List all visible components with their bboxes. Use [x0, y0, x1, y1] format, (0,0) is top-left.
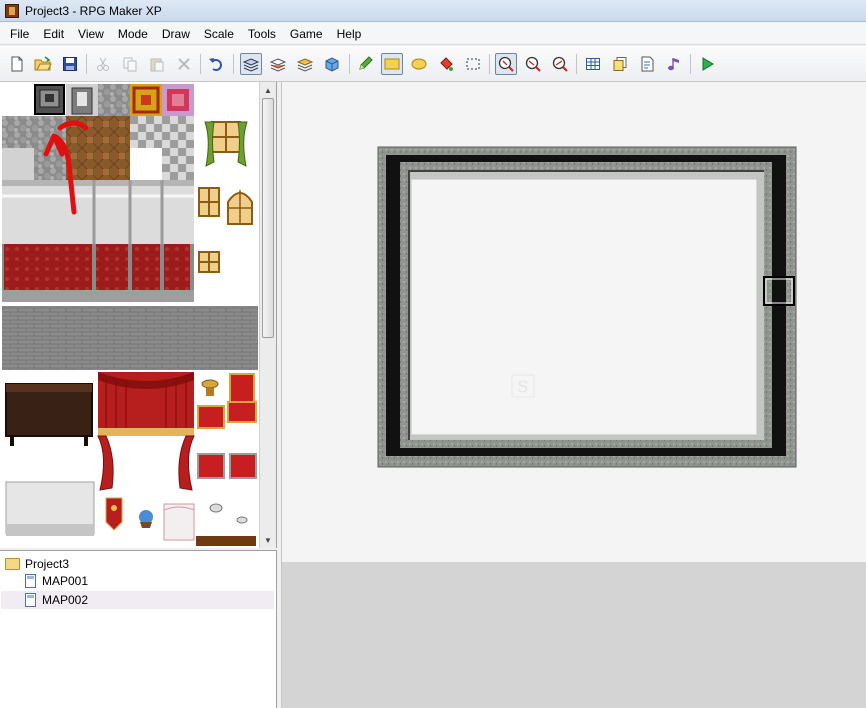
- tileset-scrollbar[interactable]: ▲ ▼: [259, 82, 276, 548]
- map-icon: [25, 593, 36, 607]
- open-project-icon[interactable]: [32, 53, 54, 75]
- rectangle-icon[interactable]: [381, 53, 403, 75]
- map-tree: Project3 MAP001 MAP002: [0, 550, 277, 708]
- zoom-2x-icon[interactable]: [522, 53, 544, 75]
- tree-project-root[interactable]: Project3: [5, 555, 69, 573]
- menu-edit[interactable]: Edit: [36, 25, 71, 43]
- tree-item-map001[interactable]: MAP001: [25, 572, 88, 590]
- map-name: MAP002: [42, 593, 89, 607]
- tileset-panel: ▲ ▼: [0, 82, 277, 548]
- scroll-down-arrow-icon[interactable]: ▼: [260, 532, 276, 548]
- materials-icon[interactable]: [609, 53, 631, 75]
- paste-icon[interactable]: [146, 53, 168, 75]
- select-icon[interactable]: [462, 53, 484, 75]
- menu-tools[interactable]: Tools: [241, 25, 283, 43]
- window-title: Project3 - RPG Maker XP: [25, 3, 162, 18]
- menu-bar: File Edit View Mode Draw Scale Tools Gam…: [0, 23, 866, 45]
- new-project-icon[interactable]: [6, 53, 28, 75]
- zoom-1x-icon[interactable]: [495, 53, 517, 75]
- project-name: Project3: [25, 557, 70, 571]
- menu-mode[interactable]: Mode: [111, 25, 155, 43]
- scroll-up-arrow-icon[interactable]: ▲: [260, 82, 276, 98]
- tileset-palette[interactable]: [2, 84, 258, 546]
- menu-draw[interactable]: Draw: [155, 25, 197, 43]
- ellipse-icon[interactable]: [408, 53, 430, 75]
- layer3-icon[interactable]: [294, 53, 316, 75]
- folder-icon: [5, 558, 20, 570]
- menu-view[interactable]: View: [71, 25, 111, 43]
- cut-icon[interactable]: [92, 53, 114, 75]
- layer1-icon[interactable]: [240, 53, 262, 75]
- script-editor-icon[interactable]: [636, 53, 658, 75]
- delete-icon[interactable]: [173, 53, 195, 75]
- menu-scale[interactable]: Scale: [197, 25, 241, 43]
- events-layer-icon[interactable]: [321, 53, 343, 75]
- copy-icon[interactable]: [119, 53, 141, 75]
- undo-icon[interactable]: [205, 53, 227, 75]
- menu-game[interactable]: Game: [283, 25, 330, 43]
- save-project-icon[interactable]: [59, 53, 81, 75]
- map-canvas[interactable]: S: [281, 82, 866, 562]
- title-bar: Project3 - RPG Maker XP: [0, 0, 866, 22]
- toolbar: [0, 46, 866, 82]
- playtest-icon[interactable]: [696, 53, 718, 75]
- fill-icon[interactable]: [435, 53, 457, 75]
- pencil-icon[interactable]: [354, 53, 376, 75]
- app-icon: [5, 3, 19, 18]
- tree-item-map002[interactable]: MAP002: [1, 591, 274, 609]
- map-empty-area: [281, 562, 866, 708]
- scroll-thumb[interactable]: [262, 98, 274, 338]
- layer2-icon[interactable]: [267, 53, 289, 75]
- map-name: MAP001: [42, 574, 89, 588]
- database-icon[interactable]: [582, 53, 604, 75]
- menu-help[interactable]: Help: [330, 25, 369, 43]
- player-start-label: S: [518, 377, 529, 396]
- map-icon: [25, 574, 36, 588]
- sound-test-icon[interactable]: [663, 53, 685, 75]
- zoom-4x-icon[interactable]: [549, 53, 571, 75]
- menu-file[interactable]: File: [3, 25, 36, 43]
